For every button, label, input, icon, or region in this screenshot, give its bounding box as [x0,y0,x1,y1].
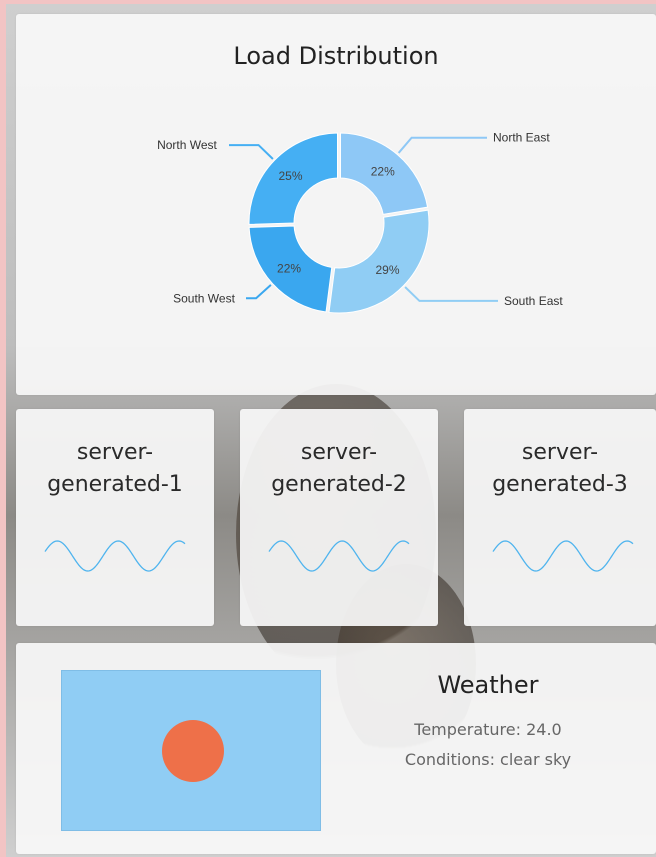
donut-value-label: 25% [278,169,302,183]
donut-value-label: 29% [375,263,399,277]
server-name-2-line1: server- [300,440,378,465]
server-1-sparkline [44,540,186,572]
server-3-sparkline [492,540,634,572]
server-name-3: server- generated-3 [464,437,656,501]
weather-title: Weather [437,671,539,699]
server-name-2-line2: generated-2 [271,472,407,497]
donut-category-label: South West [173,291,235,305]
load-donut-chart: 22% North East 29% South East 22% South West 2… [157,131,563,314]
server-2-sparkline [268,540,410,572]
donut-leader-line [397,136,487,154]
server-name-3-line2: generated-3 [492,472,628,497]
load-distribution-card: Load Distribution 22% North East 29% South … [16,14,656,395]
sparkline-path [492,540,634,572]
server-name-3-line1: server- [521,440,599,465]
donut-value-label: 22% [371,165,395,179]
temperature-text: Temperature: 24.0 [414,720,562,739]
sparkline-path [268,540,410,572]
donut-leader-line [229,144,274,160]
donut-category-label: South East [504,294,563,308]
donut-leader-line [246,284,272,300]
donut-value-label: 22% [277,261,301,275]
server-card-1[interactable]: server- generated-1 [16,409,214,626]
server-name-1: server- generated-1 [16,437,214,501]
server-name-2: server- generated-2 [240,437,438,501]
server-name-1-line2: generated-1 [47,472,183,497]
donut-category-label: North East [493,131,550,145]
server-card-3[interactable]: server- generated-3 [464,409,656,626]
weather-sky-image [61,670,321,831]
donut-leader-line [404,286,498,302]
sun-icon [162,720,224,782]
conditions-text: Conditions: clear sky [404,750,572,769]
server-card-2[interactable]: server- generated-2 [240,409,438,626]
weather-card: Weather Temperature: 24.0 Conditions: cl… [16,643,656,854]
server-name-1-line1: server- [76,440,154,465]
sparkline-path [44,540,186,572]
donut-slice-south-east[interactable] [328,209,430,314]
donut-category-label: North West [157,138,217,152]
